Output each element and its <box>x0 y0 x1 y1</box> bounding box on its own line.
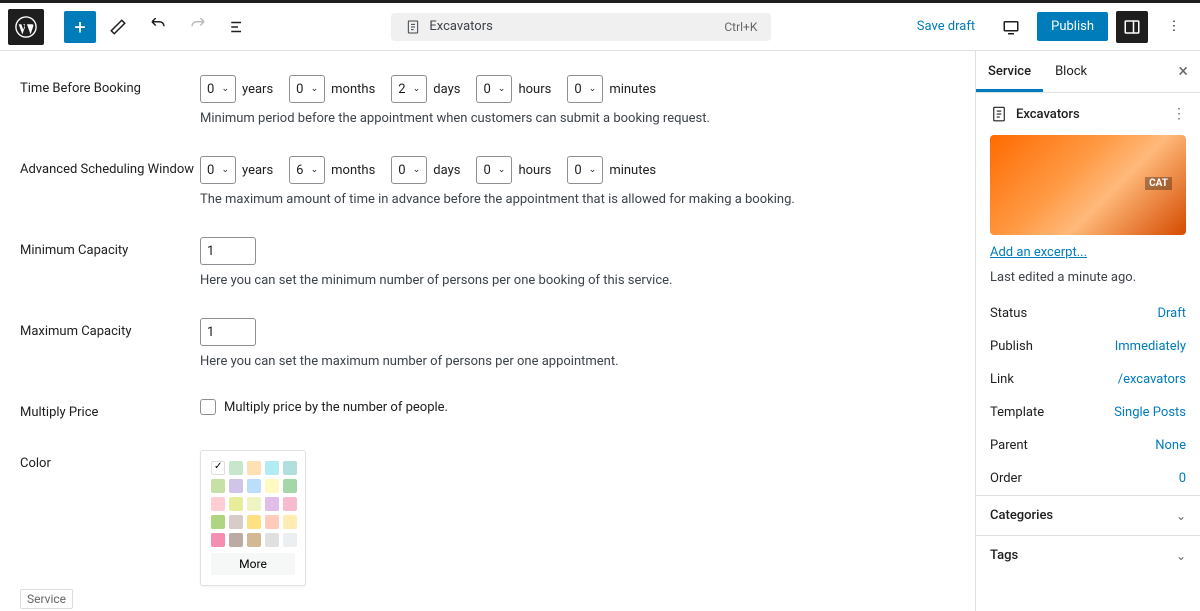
field-label: Advanced Scheduling Window <box>20 156 200 207</box>
color-picker: More <box>200 450 306 586</box>
color-swatch[interactable] <box>265 479 279 493</box>
color-swatch[interactable] <box>265 497 279 511</box>
keyboard-shortcut: Ctrl+K <box>724 20 757 34</box>
checkbox-label: Multiply price by the number of people. <box>224 400 448 415</box>
close-sidebar-button[interactable]: × <box>1166 61 1200 82</box>
tags-panel[interactable]: Tags⌄ <box>976 535 1200 575</box>
help-text: Minimum period before the appointment wh… <box>200 111 955 126</box>
min-capacity-input[interactable]: 1 <box>200 237 256 265</box>
block-type-tag: Service <box>20 589 73 609</box>
wp-logo[interactable] <box>8 9 44 45</box>
sidebar-toggle-button[interactable] <box>1116 11 1148 43</box>
help-text: The maximum amount of time in advance be… <box>200 192 955 207</box>
days-input[interactable]: 2⌄ <box>391 75 427 103</box>
preview-button[interactable] <box>993 9 1029 45</box>
sidebar-options-button[interactable]: ⋮ <box>1172 106 1186 122</box>
years-input[interactable]: 0⌄ <box>200 75 236 103</box>
years-input[interactable]: 0⌄ <box>200 156 236 184</box>
color-swatch[interactable] <box>265 461 279 475</box>
max-capacity-input[interactable]: 1 <box>200 318 256 346</box>
color-swatch[interactable] <box>229 461 243 475</box>
color-swatch[interactable] <box>211 533 225 547</box>
color-swatch[interactable] <box>283 497 297 511</box>
minutes-input[interactable]: 0⌄ <box>567 75 603 103</box>
doc-title: Excavators <box>429 19 492 34</box>
publish-value[interactable]: Immediately <box>1115 339 1186 354</box>
order-value[interactable]: 0 <box>1179 471 1186 486</box>
color-swatch[interactable] <box>211 497 225 511</box>
document-title-chip[interactable]: Excavators Ctrl+K <box>391 13 771 41</box>
field-label: Minimum Capacity <box>20 237 200 288</box>
color-swatch[interactable] <box>265 515 279 529</box>
top-toolbar: + Excavators Ctrl+K Save draft Publish ⋮ <box>0 3 1200 51</box>
color-swatch[interactable] <box>283 515 297 529</box>
color-swatch[interactable] <box>211 479 225 493</box>
field-label: Color <box>20 450 200 586</box>
color-swatch[interactable] <box>229 479 243 493</box>
field-label: Maximum Capacity <box>20 318 200 369</box>
months-input[interactable]: 0⌄ <box>289 75 325 103</box>
add-block-button[interactable]: + <box>64 11 96 43</box>
document-overview-button[interactable] <box>220 9 256 45</box>
help-text: Here you can set the maximum number of p… <box>200 354 955 369</box>
page-icon <box>990 105 1008 123</box>
categories-panel[interactable]: Categories⌄ <box>976 495 1200 535</box>
options-menu-button[interactable]: ⋮ <box>1156 9 1192 45</box>
color-swatch[interactable] <box>283 479 297 493</box>
color-swatch[interactable] <box>211 515 225 529</box>
months-input[interactable]: 6⌄ <box>289 156 325 184</box>
redo-button[interactable] <box>180 9 216 45</box>
featured-image[interactable] <box>990 135 1186 235</box>
more-colors-button[interactable]: More <box>211 553 295 575</box>
undo-button[interactable] <box>140 9 176 45</box>
edit-mode-button[interactable] <box>100 9 136 45</box>
tab-block[interactable]: Block <box>1043 51 1099 92</box>
template-value[interactable]: Single Posts <box>1114 405 1186 420</box>
main-editor: Time Before Booking 0⌄ years 0⌄ months 2… <box>0 51 975 611</box>
color-swatch[interactable] <box>265 533 279 547</box>
link-value[interactable]: /excavators <box>1118 372 1186 387</box>
help-text: Here you can set the minimum number of p… <box>200 273 955 288</box>
color-swatch[interactable] <box>229 497 243 511</box>
minutes-input[interactable]: 0⌄ <box>567 156 603 184</box>
tab-service[interactable]: Service <box>976 51 1043 92</box>
color-swatch[interactable] <box>247 497 261 511</box>
publish-button[interactable]: Publish <box>1037 12 1108 41</box>
multiply-checkbox[interactable] <box>200 399 216 415</box>
color-swatch[interactable] <box>229 515 243 529</box>
field-label: Multiply Price <box>20 399 200 420</box>
sidebar-title: Excavators <box>1016 107 1080 122</box>
hours-input[interactable]: 0⌄ <box>476 156 512 184</box>
color-swatch[interactable] <box>247 515 261 529</box>
color-swatch[interactable] <box>283 461 297 475</box>
add-excerpt-link[interactable]: Add an excerpt... <box>990 245 1186 260</box>
color-swatch[interactable] <box>247 479 261 493</box>
color-swatch[interactable] <box>283 533 297 547</box>
color-swatch[interactable] <box>211 461 225 475</box>
save-draft-button[interactable]: Save draft <box>907 13 985 40</box>
settings-sidebar: Service Block × Excavators ⋮ Add an exce… <box>975 51 1200 611</box>
color-swatch[interactable] <box>247 461 261 475</box>
parent-value[interactable]: None <box>1155 438 1186 453</box>
status-value[interactable]: Draft <box>1157 306 1186 321</box>
field-label: Time Before Booking <box>20 75 200 126</box>
color-swatch[interactable] <box>229 533 243 547</box>
hours-input[interactable]: 0⌄ <box>476 75 512 103</box>
color-swatch[interactable] <box>247 533 261 547</box>
days-input[interactable]: 0⌄ <box>391 156 427 184</box>
last-edited-text: Last edited a minute ago. <box>990 270 1186 285</box>
